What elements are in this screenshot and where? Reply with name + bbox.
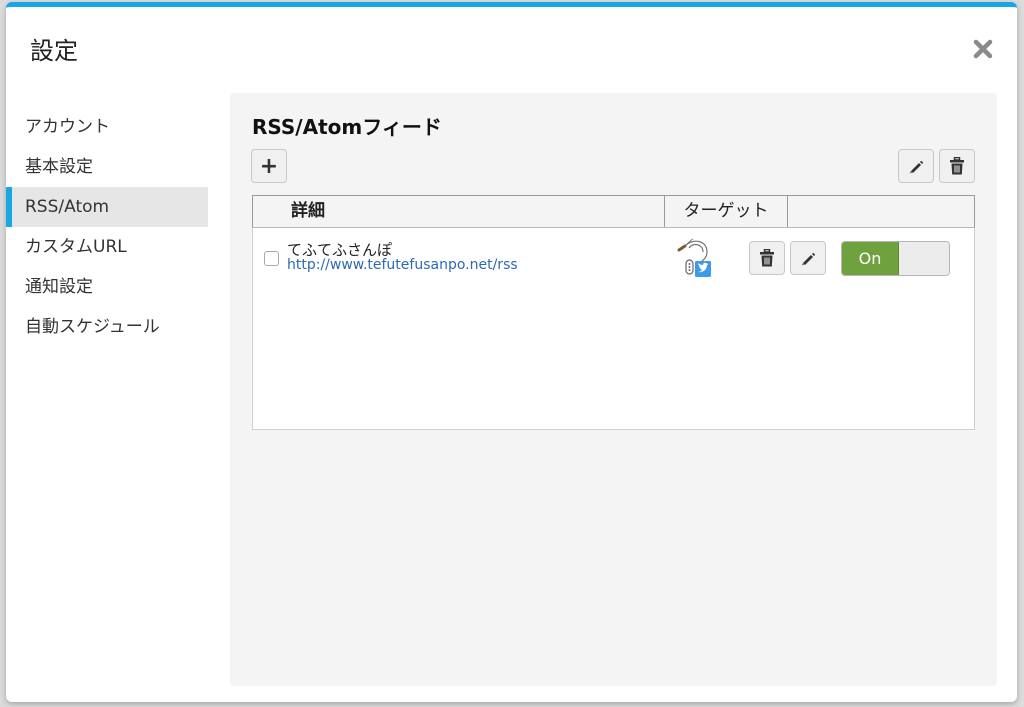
rss-panel: RSS/Atomフィード + 詳細 ターゲット てふてふさんぽ http://w… [230,93,997,686]
column-header-detail: 詳細 [253,196,665,227]
toggle-off-area [899,242,949,275]
edit-feed-button[interactable] [790,241,826,275]
edit-selected-button[interactable] [898,149,934,183]
trash-icon [760,249,774,267]
sidebar-item-basic-settings[interactable]: 基本設定 [6,147,208,187]
table-header: 詳細 ターゲット [252,195,975,228]
add-feed-button[interactable]: + [251,149,287,183]
delete-selected-button[interactable] [939,149,975,183]
settings-sidebar: アカウント 基本設定 RSS/Atom カスタムURL 通知設定 自動スケジュー… [6,107,208,347]
trash-icon [950,157,964,175]
table-row: てふてふさんぽ http://www.tefutefusanpo.net/rss [253,234,974,282]
column-header-target: ターゲット [665,196,788,227]
dialog-title: 設定 [30,37,78,65]
sidebar-item-notifications[interactable]: 通知設定 [6,267,208,307]
pencil-icon [909,160,924,174]
feed-url-link[interactable]: http://www.tefutefusanpo.net/rss [287,257,518,273]
row-checkbox[interactable] [264,251,279,266]
pencil-icon [801,252,816,266]
sidebar-item-auto-schedule[interactable]: 自動スケジュール [6,307,208,347]
close-button[interactable] [973,39,993,59]
sidebar-item-account[interactable]: アカウント [6,107,208,147]
feed-table: 詳細 ターゲット てふてふさんぽ http://www.tefutefusanp… [252,195,975,430]
sidebar-item-custom-url[interactable]: カスタムURL [6,227,208,267]
settings-dialog: 設定 アカウント 基本設定 RSS/Atom カスタムURL 通知設定 自動スケ… [6,2,1017,702]
panel-title: RSS/Atomフィード [252,115,442,139]
column-header-actions [788,196,974,227]
sidebar-item-rss-atom[interactable]: RSS/Atom [6,187,208,227]
toggle-on-label: On [842,242,899,275]
feed-enabled-toggle[interactable]: On [841,241,950,276]
twitter-target-icon[interactable] [671,236,717,280]
close-icon [973,39,993,59]
delete-feed-button[interactable] [749,241,785,275]
